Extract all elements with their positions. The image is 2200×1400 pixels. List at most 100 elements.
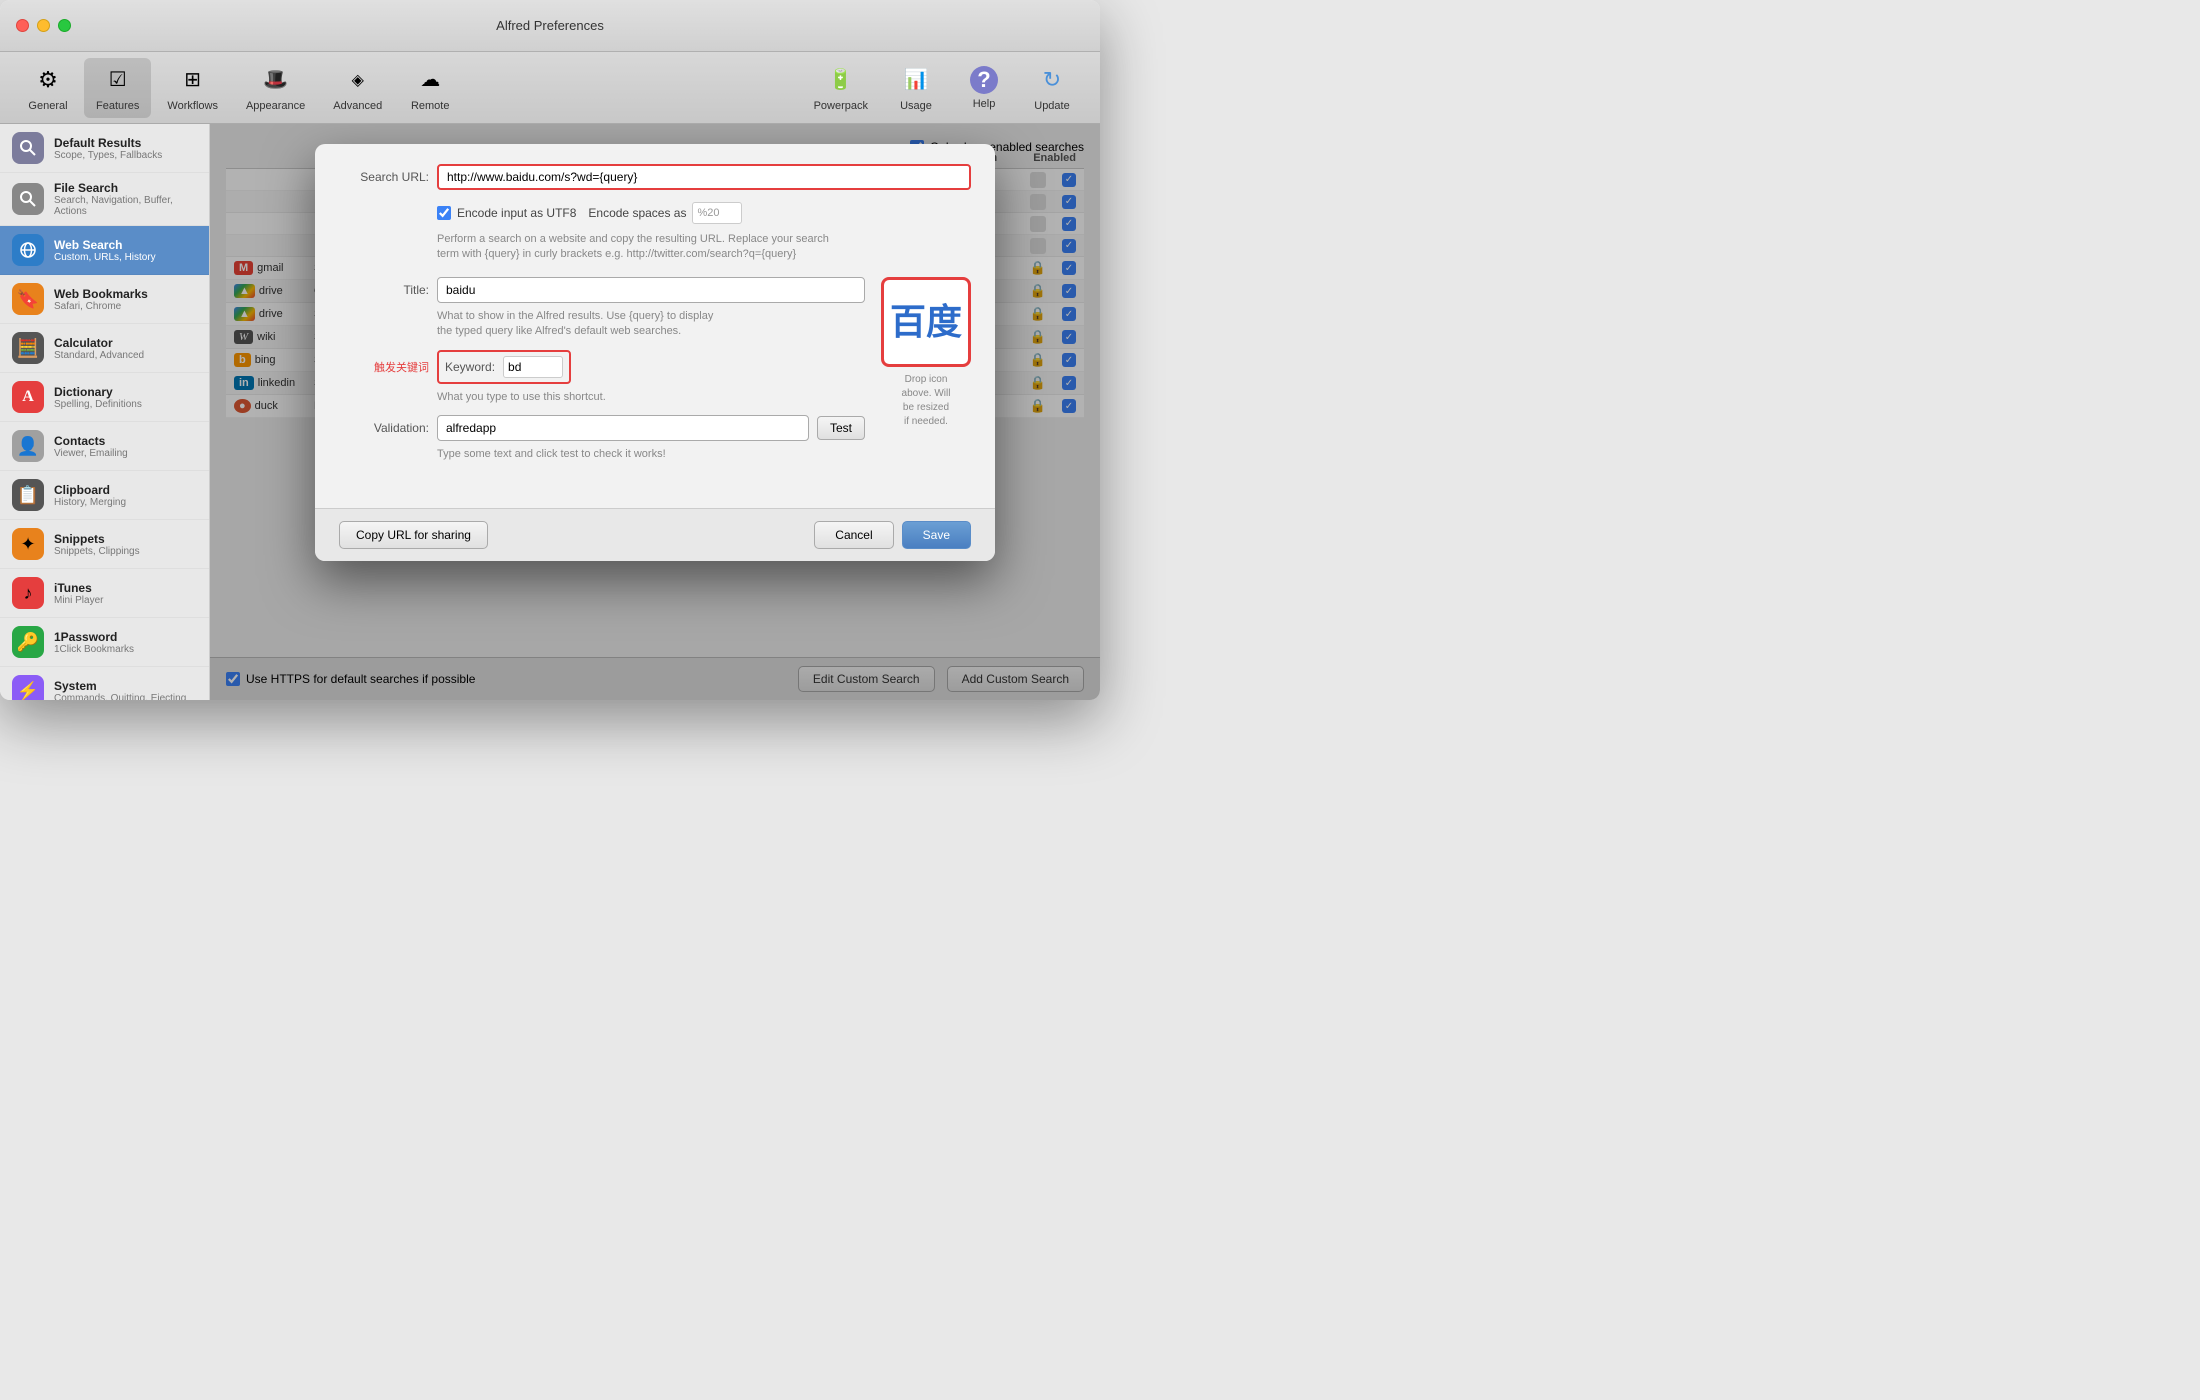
update-icon: ↻ xyxy=(1036,64,1068,96)
encode-utf8-checkbox[interactable] xyxy=(437,206,451,220)
test-button[interactable]: Test xyxy=(817,416,865,440)
sidebar-item-title: System xyxy=(54,679,186,693)
toolbar-item-appearance[interactable]: 🎩 Appearance xyxy=(234,58,317,118)
features-icon: ☑ xyxy=(102,64,134,96)
title-left: Title: What to show in the Alfred result… xyxy=(339,277,865,477)
sidebar-item-subtitle: Scope, Types, Fallbacks xyxy=(54,150,162,161)
sidebar-item-subtitle: Mini Player xyxy=(54,595,103,606)
sidebar-item-snippets[interactable]: ✦ Snippets Snippets, Clippings xyxy=(0,520,209,569)
keyword-help: What you type to use this shortcut. xyxy=(339,390,865,405)
modal-overlay: Search URL: Encode input as UTF8 Encode … xyxy=(210,124,1100,700)
search-url-input[interactable] xyxy=(437,164,971,190)
toolbar-item-advanced[interactable]: ◈ Advanced xyxy=(321,58,394,118)
encode-spaces-item: Encode spaces as xyxy=(588,202,742,224)
usage-icon: 📊 xyxy=(900,64,932,96)
keyword-label: Keyword: xyxy=(445,360,495,374)
sidebar-item-clipboard[interactable]: 📋 Clipboard History, Merging xyxy=(0,471,209,520)
baidu-icon: 百度 xyxy=(890,304,962,340)
sidebar-item-title: iTunes xyxy=(54,581,103,595)
sidebar-item-1password[interactable]: 🔑 1Password 1Click Bookmarks xyxy=(0,618,209,667)
toolbar-label-powerpack: Powerpack xyxy=(814,100,868,112)
url-help-text: Perform a search on a website and copy t… xyxy=(339,232,971,263)
toolbar-label-appearance: Appearance xyxy=(246,100,305,112)
cancel-button[interactable]: Cancel xyxy=(814,521,893,549)
save-button[interactable]: Save xyxy=(902,521,971,549)
window-title: Alfred Preferences xyxy=(496,18,604,33)
sidebar-item-title: Default Results xyxy=(54,136,162,150)
toolbar-item-usage[interactable]: 📊 Usage xyxy=(884,58,948,118)
1password-icon: 🔑 xyxy=(12,626,44,658)
sidebar-item-subtitle: Standard, Advanced xyxy=(54,350,144,361)
sidebar-item-subtitle: 1Click Bookmarks xyxy=(54,644,134,655)
title-icon-row: Title: What to show in the Alfred result… xyxy=(339,277,971,477)
sidebar-item-subtitle: Commands, Quitting, Ejecting xyxy=(54,693,186,701)
toolbar-label-features: Features xyxy=(96,100,139,112)
sidebar: Default Results Scope, Types, Fallbacks … xyxy=(0,124,210,700)
sidebar-item-subtitle: Viewer, Emailing xyxy=(54,448,128,459)
encode-spaces-input[interactable] xyxy=(692,202,742,224)
content-area: Default Results Scope, Types, Fallbacks … xyxy=(0,124,1100,700)
encode-spaces-label: Encode spaces as xyxy=(588,206,686,220)
powerpack-icon: 🔋 xyxy=(825,64,857,96)
sidebar-item-contacts[interactable]: 👤 Contacts Viewer, Emailing xyxy=(0,422,209,471)
toolbar: ⚙ General ☑ Features ⊞ Workflows 🎩 Appea… xyxy=(0,52,1100,124)
dictionary-icon: A xyxy=(12,381,44,413)
toolbar-item-general[interactable]: ⚙ General xyxy=(16,58,80,118)
toolbar-item-update[interactable]: ↻ Update xyxy=(1020,58,1084,118)
validation-input[interactable] xyxy=(437,415,809,441)
close-button[interactable] xyxy=(16,19,29,32)
appearance-icon: 🎩 xyxy=(260,64,292,96)
minimize-button[interactable] xyxy=(37,19,50,32)
maximize-button[interactable] xyxy=(58,19,71,32)
sidebar-item-dictionary[interactable]: A Dictionary Spelling, Definitions xyxy=(0,373,209,422)
toolbar-label-remote: Remote xyxy=(411,100,450,112)
icon-drop-box[interactable]: 百度 xyxy=(881,277,971,367)
file-search-icon xyxy=(12,183,44,215)
sidebar-item-title: Web Bookmarks xyxy=(54,287,148,301)
sidebar-item-itunes[interactable]: ♪ iTunes Mini Player xyxy=(0,569,209,618)
toolbar-item-remote[interactable]: ☁ Remote xyxy=(398,58,462,118)
copy-url-button[interactable]: Copy URL for sharing xyxy=(339,521,488,549)
traffic-lights xyxy=(16,19,71,32)
sidebar-item-calculator[interactable]: 🧮 Calculator Standard, Advanced xyxy=(0,324,209,373)
sidebar-item-web-bookmarks[interactable]: 🔖 Web Bookmarks Safari, Chrome xyxy=(0,275,209,324)
title-help: What to show in the Alfred results. Use … xyxy=(339,309,865,340)
toolbar-label-update: Update xyxy=(1034,100,1069,112)
toolbar-label-advanced: Advanced xyxy=(333,100,382,112)
keyword-outer-row: 触发关键词 Keyword: xyxy=(339,350,865,384)
advanced-icon: ◈ xyxy=(342,64,374,96)
toolbar-item-workflows[interactable]: ⊞ Workflows xyxy=(155,58,230,118)
sidebar-item-web-search[interactable]: Web Search Custom, URLs, History xyxy=(0,226,209,275)
title-bar: Alfred Preferences xyxy=(0,0,1100,52)
modal-body: Search URL: Encode input as UTF8 Encode … xyxy=(315,144,995,508)
web-search-icon xyxy=(12,234,44,266)
system-icon: ⚡ xyxy=(12,675,44,700)
validation-row: Validation: Test xyxy=(339,415,865,441)
contacts-icon: 👤 xyxy=(12,430,44,462)
keyword-inner: Keyword: xyxy=(441,354,567,380)
toolbar-item-powerpack[interactable]: 🔋 Powerpack xyxy=(802,58,880,118)
toolbar-item-features[interactable]: ☑ Features xyxy=(84,58,151,118)
modal-dialog: Search URL: Encode input as UTF8 Encode … xyxy=(315,144,995,561)
toolbar-label-workflows: Workflows xyxy=(167,100,218,112)
trigger-label: 触发关键词 xyxy=(339,359,429,375)
sidebar-item-subtitle: Search, Navigation, Buffer, Actions xyxy=(54,195,197,217)
title-row: Title: xyxy=(339,277,865,303)
window: Alfred Preferences ⚙ General ☑ Features … xyxy=(0,0,1100,700)
validation-label: Validation: xyxy=(339,421,429,435)
main-content: Only show enabled searches Custom Enable… xyxy=(210,124,1100,700)
sidebar-item-file-search[interactable]: File Search Search, Navigation, Buffer, … xyxy=(0,173,209,226)
toolbar-label-general: General xyxy=(28,100,67,112)
workflows-icon: ⊞ xyxy=(177,64,209,96)
toolbar-label-help: Help xyxy=(973,98,996,110)
title-input[interactable] xyxy=(437,277,865,303)
icon-area: 百度 Drop iconabove. Willbe resizedif need… xyxy=(881,277,971,429)
toolbar-item-help[interactable]: ? Help xyxy=(952,60,1016,116)
sidebar-item-system[interactable]: ⚡ System Commands, Quitting, Ejecting xyxy=(0,667,209,700)
sidebar-item-default-results[interactable]: Default Results Scope, Types, Fallbacks xyxy=(0,124,209,173)
keyword-input[interactable] xyxy=(503,356,563,378)
sidebar-item-title: Snippets xyxy=(54,532,140,546)
itunes-icon: ♪ xyxy=(12,577,44,609)
remote-icon: ☁ xyxy=(414,64,446,96)
sidebar-item-title: Calculator xyxy=(54,336,144,350)
